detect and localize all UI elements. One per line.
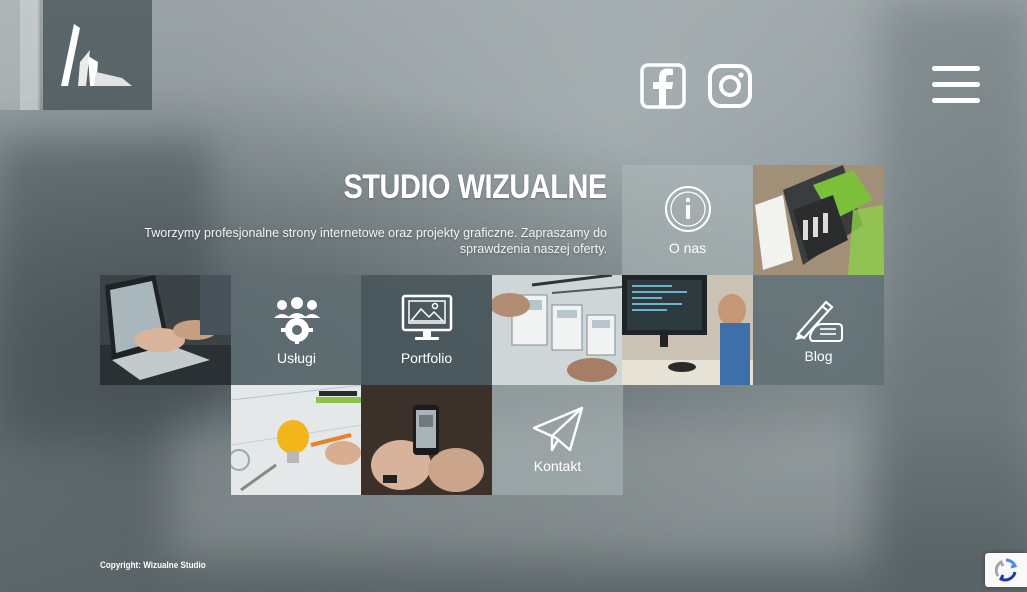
wizualne-logo-icon: [60, 24, 132, 86]
tile-services[interactable]: Usługi: [231, 275, 362, 385]
hamburger-icon: [932, 82, 980, 87]
tile-about[interactable]: O nas: [622, 165, 753, 275]
info-icon: [664, 186, 711, 232]
logo-decoration: [20, 0, 38, 110]
photo-smartphone: [361, 385, 492, 495]
facebook-icon: [640, 63, 686, 109]
tile-services-label: Usługi: [277, 350, 316, 366]
photo-developer: [622, 275, 753, 385]
recaptcha-icon: [994, 558, 1018, 582]
hamburger-icon: [932, 66, 980, 71]
site-logo[interactable]: [43, 0, 152, 110]
page-title: STUDIO WIZUALNE: [343, 168, 608, 206]
hand-pen-icon: [794, 300, 843, 342]
tile-portfolio[interactable]: Portfolio: [361, 275, 492, 385]
paper-plane-icon: [532, 406, 583, 452]
photo-wireframes: [492, 275, 623, 385]
tile-contact[interactable]: Kontakt: [492, 385, 623, 495]
instagram-icon: [708, 64, 752, 108]
monitor-image-icon: [401, 294, 452, 340]
tile-about-label: O nas: [668, 240, 707, 256]
tile-portfolio-label: Portfolio: [400, 350, 453, 366]
menu-button[interactable]: [932, 66, 980, 106]
intro-text: Tworzymy profesjonalne strony internetow…: [144, 226, 607, 256]
copyright-text: Copyright: Wizualne Studio: [100, 560, 206, 570]
recaptcha-badge[interactable]: [985, 553, 1027, 587]
facebook-link[interactable]: [640, 63, 686, 109]
tile-blog-label: Blog: [804, 348, 833, 364]
photo-laptop: [100, 275, 231, 385]
tile-blog[interactable]: Blog: [753, 275, 884, 385]
photo-brochure: [753, 165, 884, 275]
hamburger-icon: [932, 98, 980, 103]
instagram-link[interactable]: [707, 63, 753, 109]
tile-contact-label: Kontakt: [533, 458, 582, 474]
photo-lightbulb: [231, 385, 362, 495]
team-gear-icon: [273, 297, 320, 344]
